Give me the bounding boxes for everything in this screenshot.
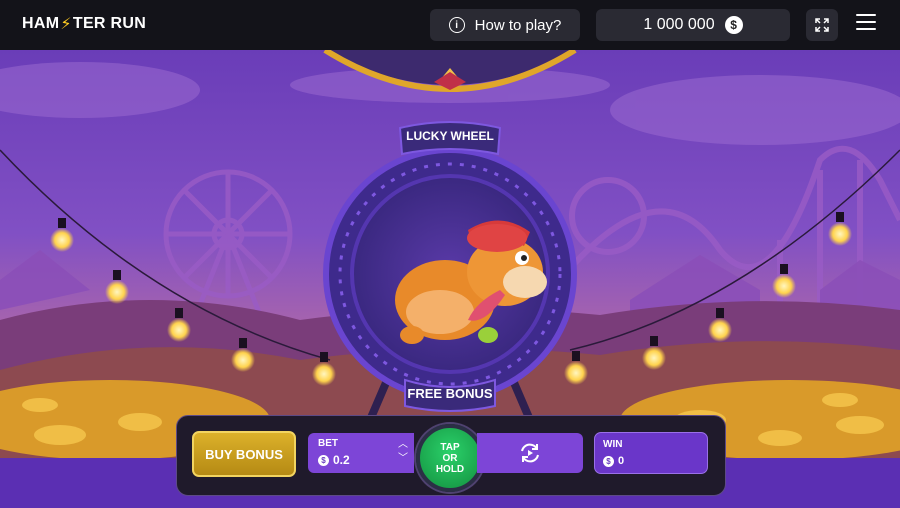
fullscreen-icon — [815, 18, 829, 32]
menu-button[interactable] — [856, 14, 876, 32]
win-label: WIN — [603, 439, 623, 450]
fullscreen-button[interactable] — [806, 9, 838, 41]
how-to-play-button[interactable]: i How to play? — [430, 9, 580, 41]
game-scene[interactable]: LUCKY WHEEL FREE BONUS — [0, 50, 900, 458]
bet-label: BET — [318, 438, 338, 449]
tap-or-hold-button[interactable]: TAP OR HOLD — [416, 424, 484, 492]
top-bar: HAM ⚡ TER RUN i How to play? 1 000 000 $ — [0, 0, 900, 50]
logo-text-left: HAM — [22, 15, 60, 32]
tap-line-1: TAP — [440, 441, 460, 453]
lightning-icon: ⚡ — [60, 16, 72, 33]
chevron-up-icon[interactable]: ︿ — [398, 438, 408, 452]
lucky-wheel-label: LUCKY WHEEL — [406, 129, 494, 143]
buy-bonus-button[interactable]: BUY BONUS — [192, 431, 296, 477]
balance-display: 1 000 000 $ — [596, 9, 790, 41]
bet-arrows: ︿ ﹀ — [398, 438, 408, 466]
bet-amount: $ 0.2 — [318, 453, 350, 467]
game-logo: HAM ⚡ TER RUN — [22, 14, 146, 34]
balance-value: 1 000 000 — [643, 16, 715, 33]
bet-value: 0.2 — [333, 453, 350, 467]
bet-selector[interactable]: BET $ 0.2 ︿ ﹀ — [308, 433, 414, 473]
menu-icon — [856, 14, 876, 30]
coin-icon: $ — [724, 16, 743, 34]
win-value: 0 — [618, 455, 625, 467]
logo-text-right: TER RUN — [72, 15, 147, 32]
autoplay-button[interactable] — [477, 433, 583, 473]
info-icon: i — [448, 17, 465, 33]
how-to-play-label: How to play? — [474, 16, 562, 34]
free-bonus-label: FREE BONUS — [407, 386, 493, 401]
bet-control-panel: BUY BONUS BET $ 0.2 ︿ ﹀ TAP OR HOLD WIN … — [176, 415, 726, 496]
win-amount: $ 0 — [603, 455, 624, 467]
autoplay-icon — [521, 443, 539, 463]
chevron-down-icon[interactable]: ﹀ — [398, 452, 408, 466]
coin-icon: $ — [603, 455, 614, 467]
tap-line-3: HOLD — [435, 463, 465, 475]
coin-icon: $ — [318, 454, 329, 466]
win-display: WIN $ 0 — [594, 432, 708, 474]
tap-line-2: OR — [442, 452, 458, 464]
